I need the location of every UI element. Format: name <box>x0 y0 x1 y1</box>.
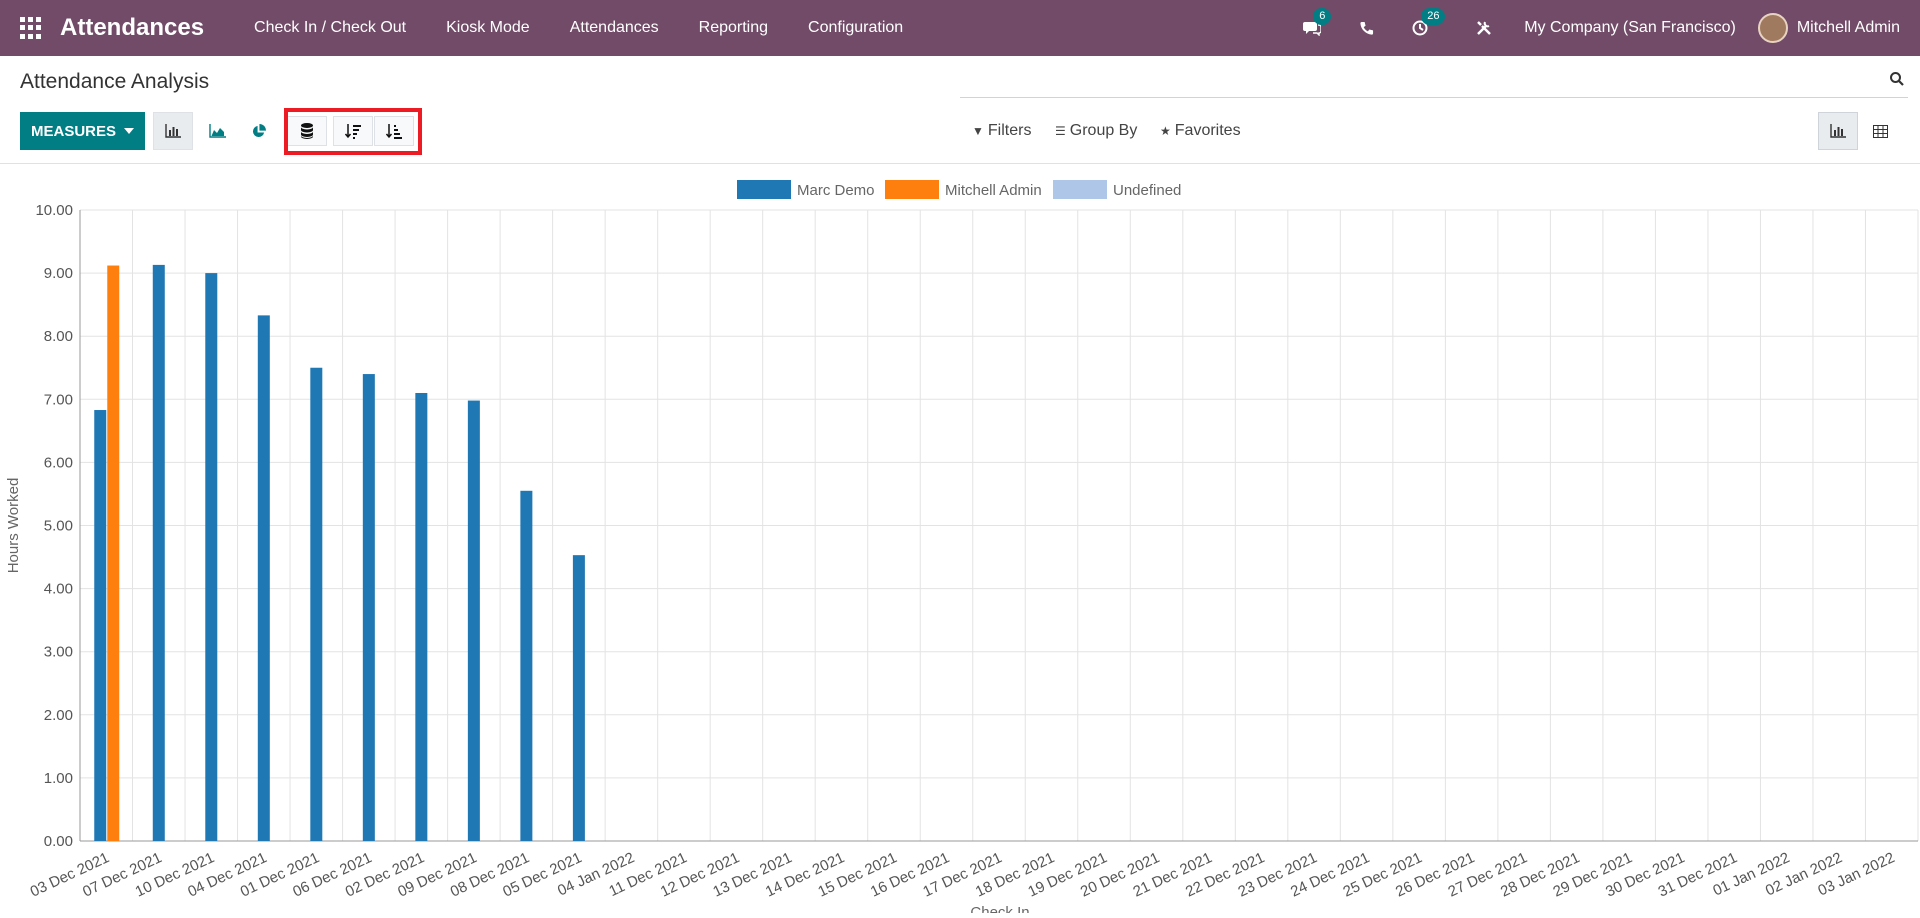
menu-kiosk-mode[interactable]: Kiosk Mode <box>446 19 530 37</box>
filters-label: Filters <box>987 122 1032 139</box>
bar-chart-icon <box>1830 124 1846 138</box>
user-menu[interactable]: Mitchell Admin <box>1797 19 1900 37</box>
y-tick-label: 7.00 <box>44 391 73 408</box>
activities-badge: 26 <box>1421 8 1446 25</box>
legend-swatch <box>737 180 791 199</box>
chart-area: 0.00 1.00 2.00 3.00 4.00 5.00 6.00 7.00 8.00 9.00… <box>0 165 1920 918</box>
bar <box>310 367 323 841</box>
favorites-label: Favorites <box>1174 122 1241 139</box>
legend-label: Mitchell Admin <box>945 182 1042 199</box>
y-tick-label: 9.00 <box>44 265 73 282</box>
menu-reporting[interactable]: Reporting <box>699 19 768 37</box>
bar <box>257 315 270 841</box>
bar-chart-icon <box>165 124 181 138</box>
y-tick-label: 3.00 <box>44 644 73 661</box>
messages-badge: 6 <box>1313 8 1332 25</box>
bar <box>152 264 165 842</box>
filters-toggle[interactable]: ▼ Filters <box>972 122 1031 140</box>
group-by-toggle[interactable]: ☰ Group By <box>1055 122 1137 140</box>
y-tick-label: 5.00 <box>44 518 73 535</box>
measures-button[interactable]: MEASURES <box>20 112 145 150</box>
user-avatar[interactable] <box>1757 13 1788 43</box>
highlight-annotation <box>284 108 422 155</box>
legend-label: Undefined <box>1113 182 1181 199</box>
search-icon[interactable] <box>1890 72 1904 86</box>
bar <box>94 410 107 841</box>
navbar-systray: 6 26 My Company (San Francisco) Mitchell… <box>1290 0 1920 56</box>
bar-chart-button[interactable] <box>153 112 193 150</box>
tools-icon[interactable] <box>1474 18 1494 38</box>
pie-chart-button[interactable] <box>238 112 278 150</box>
bar <box>107 265 120 841</box>
bar <box>415 392 428 841</box>
activities-icon[interactable]: 26 <box>1410 8 1446 38</box>
menu-configuration[interactable]: Configuration <box>808 19 903 37</box>
bar <box>520 490 533 841</box>
y-axis-label: Hours Worked <box>5 478 22 574</box>
bar-chart: 0.00 1.00 2.00 3.00 4.00 5.00 6.00 7.00 8.00 9.00… <box>5 180 1919 918</box>
bar <box>572 555 585 841</box>
bar <box>205 273 218 842</box>
filter-icon: ▼ <box>972 124 984 138</box>
page-title: Attendance Analysis <box>20 70 210 93</box>
company-switcher[interactable]: My Company (San Francisco) <box>1524 19 1736 37</box>
y-tick-label: 1.00 <box>44 770 73 787</box>
top-navbar: Attendances Check In / Check Out Kiosk M… <box>0 0 1920 56</box>
star-icon: ★ <box>1160 124 1171 138</box>
y-tick-label: 6.00 <box>44 454 73 471</box>
legend-label: Marc Demo <box>797 182 875 199</box>
bar <box>362 374 375 841</box>
area-chart-icon <box>208 124 226 138</box>
bar <box>467 400 480 841</box>
y-tick-label: 2.00 <box>44 707 73 724</box>
menu-attendances[interactable]: Attendances <box>570 19 659 37</box>
y-tick-label: 10.00 <box>35 202 73 219</box>
table-icon <box>1872 124 1888 138</box>
app-brand[interactable]: Attendances <box>60 14 204 42</box>
phone-icon[interactable] <box>1356 18 1376 38</box>
legend-swatch <box>1053 180 1107 199</box>
bars-icon: ☰ <box>1055 124 1066 138</box>
legend-swatch <box>885 180 939 199</box>
favorites-toggle[interactable]: ★ Favorites <box>1160 122 1241 140</box>
y-tick-label: 8.00 <box>44 328 73 345</box>
apps-menu-icon[interactable] <box>20 17 42 39</box>
pivot-view-button[interactable] <box>1860 112 1900 150</box>
chevron-down-icon <box>124 128 134 134</box>
y-tick-label: 0.00 <box>44 833 73 850</box>
control-panel: Attendance Analysis MEASURES ▼ Filters ☰… <box>0 56 1920 164</box>
x-axis-label: Check In <box>970 904 1029 913</box>
messages-icon[interactable]: 6 <box>1302 8 1332 38</box>
menu-check-in-out[interactable]: Check In / Check Out <box>254 19 406 37</box>
measures-label: MEASURES <box>30 122 116 140</box>
line-chart-button[interactable] <box>197 112 237 150</box>
pie-chart-icon <box>252 123 266 137</box>
group-by-label: Group By <box>1069 122 1138 139</box>
search-input[interactable] <box>960 64 1908 98</box>
graph-view-button[interactable] <box>1818 112 1858 150</box>
y-tick-label: 4.00 <box>44 581 73 598</box>
